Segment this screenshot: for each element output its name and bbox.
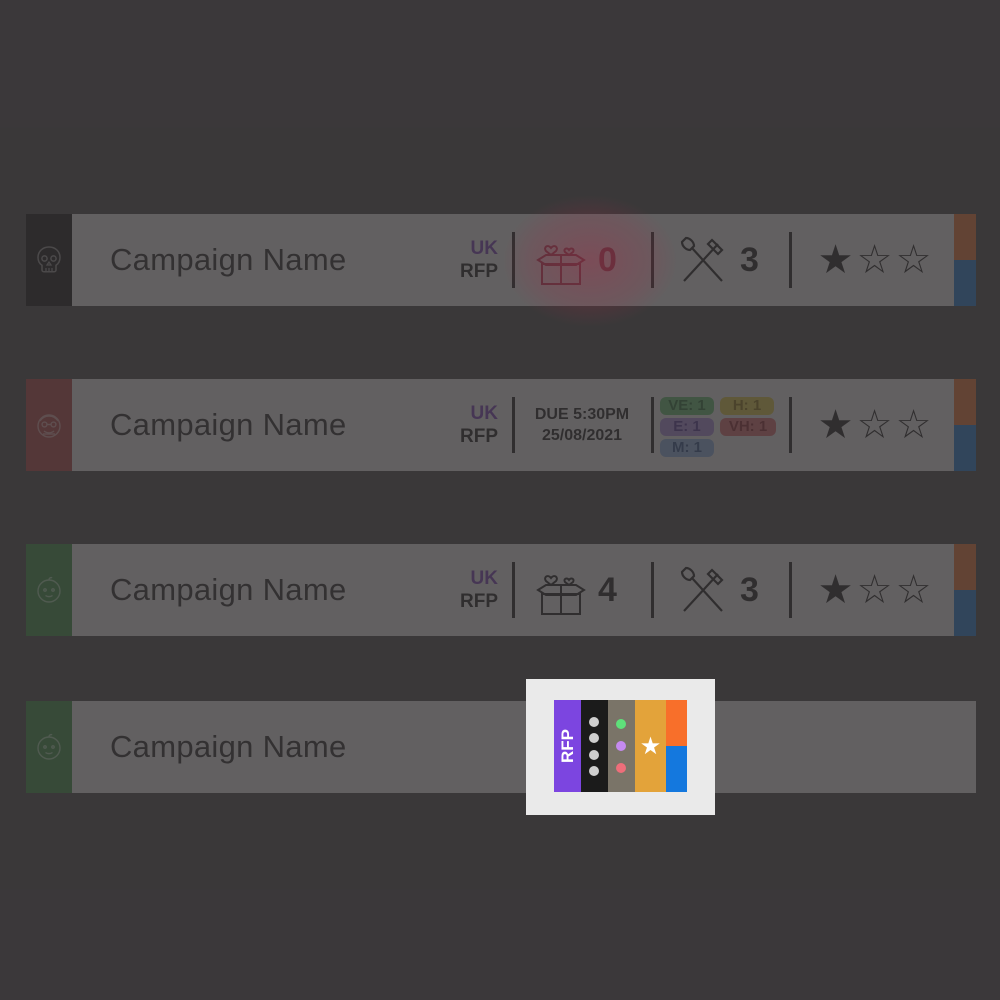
region-country: UK <box>470 568 498 589</box>
campaign-region: UK RFP <box>454 214 498 306</box>
divider <box>651 562 654 618</box>
campaign-name: Campaign Name <box>110 572 347 607</box>
rating-stars[interactable]: ★ ☆ ☆ <box>816 544 933 636</box>
campaign-name: Campaign Name <box>110 729 347 764</box>
campaign-card[interactable]: Campaign Name UK RFP 4 3 ★ ☆ ☆ <box>26 544 976 636</box>
due-time: DUE 5:30PM <box>534 406 630 423</box>
card-legend-popup: RFP ★ <box>526 679 715 815</box>
star-outline-icon[interactable]: ☆ <box>855 567 894 613</box>
hammer-brush-icon <box>680 236 724 282</box>
dot-icon <box>616 741 626 751</box>
star-outline-icon[interactable]: ☆ <box>855 402 894 448</box>
tag-hard: H: 1 <box>720 397 774 415</box>
tool-count: 3 <box>678 214 759 306</box>
dim-overlay <box>0 0 1000 1000</box>
tool-count-value: 3 <box>740 570 759 609</box>
due-day: 25/08/2021 <box>541 427 623 444</box>
campaign-card[interactable]: Campaign Name UK RFP 0 3 ★ ☆ ☆ <box>26 214 976 306</box>
gift-count: 0 <box>536 214 617 306</box>
star-icon[interactable]: ★ <box>816 402 855 448</box>
legend-flag-strip <box>666 700 687 792</box>
campaign-status-bar <box>26 214 72 306</box>
legend-dots-strip <box>581 700 608 792</box>
dot-icon <box>589 750 599 760</box>
campaign-status-bar <box>26 701 72 793</box>
tag-very-easy: VE: 1 <box>660 397 714 415</box>
region-type: RFP <box>460 426 498 447</box>
dot-icon <box>616 763 626 773</box>
divider <box>651 232 654 288</box>
region-country: UK <box>470 238 498 259</box>
campaign-region: UK RFP <box>454 379 498 471</box>
gift-count: 4 <box>536 544 617 636</box>
campaign-card[interactable]: Campaign Name <box>26 701 976 793</box>
dot-icon <box>589 766 599 776</box>
campaign-status-bar <box>26 544 72 636</box>
legend-star-strip: ★ <box>635 700 666 792</box>
region-type: RFP <box>460 261 498 282</box>
divider <box>651 397 654 453</box>
star-outline-icon[interactable]: ☆ <box>855 237 894 283</box>
divider <box>789 397 792 453</box>
star-icon[interactable]: ★ <box>816 567 855 613</box>
region-country: UK <box>470 403 498 424</box>
gift-count-value: 4 <box>598 570 617 609</box>
priority-flag <box>954 379 976 471</box>
legend-rfp-strip: RFP <box>554 700 581 792</box>
rating-stars[interactable]: ★ ☆ ☆ <box>816 214 933 306</box>
campaign-name: Campaign Name <box>110 407 347 442</box>
dot-icon <box>589 717 599 727</box>
old-person-face-icon <box>37 414 61 438</box>
campaign-status-bar <box>26 379 72 471</box>
gift-box-icon <box>536 575 586 615</box>
divider <box>512 562 515 618</box>
difficulty-tags: VE: 1 H: 1 E: 1 VH: 1 M: 1 <box>660 397 778 461</box>
rating-stars[interactable]: ★ ☆ ☆ <box>816 379 933 471</box>
star-icon: ★ <box>639 732 662 760</box>
legend-tags-strip <box>608 700 635 792</box>
tool-count: 3 <box>678 544 759 636</box>
divider <box>512 397 515 453</box>
tag-easy: E: 1 <box>660 418 714 436</box>
star-icon[interactable]: ★ <box>816 237 855 283</box>
divider <box>789 562 792 618</box>
gift-count-value: 0 <box>598 240 617 279</box>
region-type: RFP <box>460 591 498 612</box>
divider <box>789 232 792 288</box>
priority-flag <box>954 544 976 636</box>
dot-icon <box>589 733 599 743</box>
star-outline-icon[interactable]: ☆ <box>894 237 933 283</box>
divider <box>512 232 515 288</box>
campaign-region: UK RFP <box>454 544 498 636</box>
gift-box-icon <box>536 245 586 285</box>
tag-medium: M: 1 <box>660 439 714 457</box>
star-outline-icon[interactable]: ☆ <box>894 567 933 613</box>
baby-face-icon <box>37 576 61 603</box>
tool-count-value: 3 <box>740 240 759 279</box>
baby-face-icon <box>37 733 61 760</box>
tag-very-hard: VH: 1 <box>720 418 776 436</box>
skull-icon <box>37 246 61 273</box>
hammer-brush-icon <box>680 566 724 612</box>
campaign-card[interactable]: Campaign Name UK RFP DUE 5:30PM 25/08/20… <box>26 379 976 471</box>
campaign-name: Campaign Name <box>110 242 347 277</box>
priority-flag <box>954 214 976 306</box>
due-date: DUE 5:30PM 25/08/2021 <box>522 379 642 471</box>
star-outline-icon[interactable]: ☆ <box>894 402 933 448</box>
dot-icon <box>616 719 626 729</box>
legend-rfp-label: RFP <box>557 729 577 763</box>
